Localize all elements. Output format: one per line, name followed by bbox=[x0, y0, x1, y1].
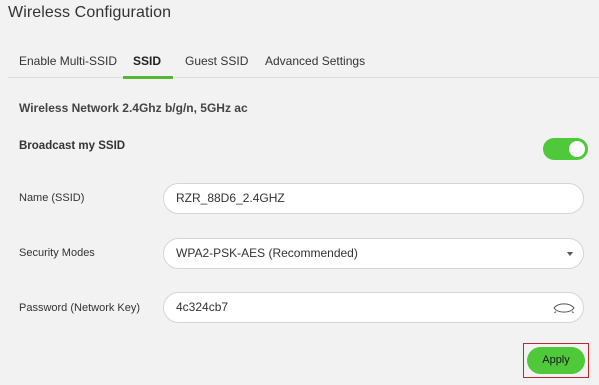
eye-icon[interactable] bbox=[553, 301, 575, 315]
section-heading: Wireless Network 2.4Ghz b/g/n, 5GHz ac bbox=[19, 101, 248, 115]
tab-guest-ssid[interactable]: Guest SSID bbox=[185, 47, 248, 78]
password-input[interactable]: 4c324cb7 bbox=[163, 292, 584, 323]
password-label: Password (Network Key) bbox=[19, 302, 141, 314]
caret-down-icon bbox=[567, 252, 573, 256]
password-value: 4c324cb7 bbox=[176, 300, 229, 314]
apply-button[interactable]: Apply bbox=[527, 347, 585, 374]
tab-bar: Enable Multi-SSID SSID Guest SSID Advanc… bbox=[8, 47, 599, 79]
tab-advanced-settings[interactable]: Advanced Settings bbox=[265, 47, 365, 78]
security-modes-label: Security Modes bbox=[19, 247, 95, 259]
security-modes-select[interactable]: WPA2-PSK-AES (Recommended) bbox=[163, 238, 584, 269]
wireless-configuration-page: Wireless Configuration Enable Multi-SSID… bbox=[0, 0, 599, 385]
toggle-knob bbox=[569, 141, 585, 157]
ssid-name-label: Name (SSID) bbox=[19, 192, 85, 204]
security-modes-value: WPA2-PSK-AES (Recommended) bbox=[176, 246, 358, 260]
ssid-name-input[interactable]: RZR_88D6_2.4GHZ bbox=[163, 183, 584, 214]
ssid-name-value: RZR_88D6_2.4GHZ bbox=[176, 191, 285, 205]
page-title: Wireless Configuration bbox=[8, 4, 172, 21]
broadcast-ssid-label: Broadcast my SSID bbox=[19, 140, 126, 152]
broadcast-ssid-toggle[interactable] bbox=[543, 138, 588, 160]
tab-enable-multi-ssid[interactable]: Enable Multi-SSID bbox=[19, 47, 117, 78]
tab-ssid[interactable]: SSID bbox=[122, 47, 174, 79]
